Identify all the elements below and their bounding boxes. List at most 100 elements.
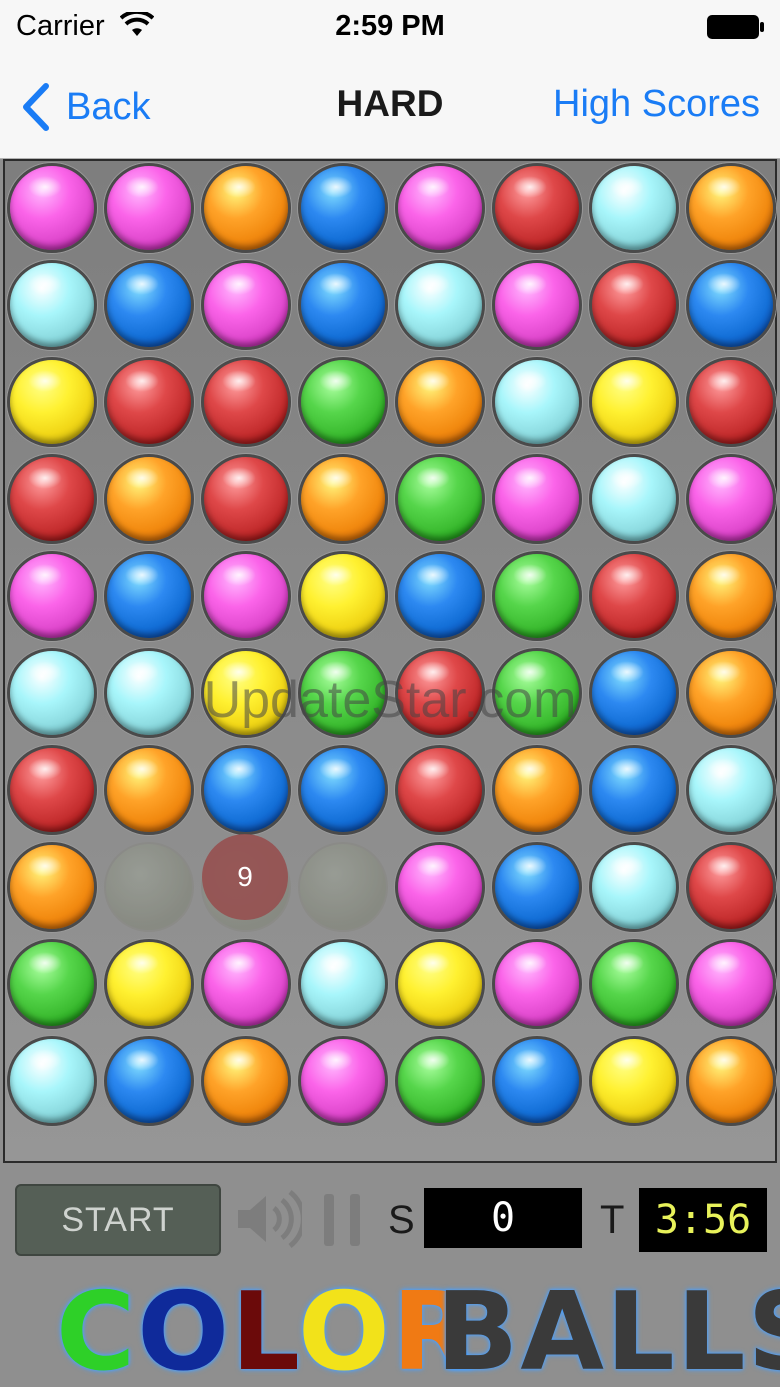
ball-green[interactable] [589, 939, 679, 1029]
ball-green[interactable] [298, 357, 388, 447]
logo-balls-word: BALLS [436, 1270, 780, 1387]
ball-cyan[interactable] [492, 357, 582, 447]
ball-green[interactable] [395, 454, 485, 544]
ball-pink[interactable] [7, 163, 97, 253]
score-display: 0 [424, 1188, 582, 1248]
ball-cyan[interactable] [589, 454, 679, 544]
ball-pink[interactable] [201, 551, 291, 641]
pause-icon[interactable] [320, 1192, 364, 1248]
ball-pink[interactable] [201, 260, 291, 350]
ball-pink[interactable] [492, 260, 582, 350]
ball-red[interactable] [492, 163, 582, 253]
battery-icon [707, 15, 764, 39]
ball-pink[interactable] [686, 454, 776, 544]
ball-blue[interactable] [201, 745, 291, 835]
ball-red[interactable] [686, 842, 776, 932]
ball-red[interactable] [589, 551, 679, 641]
ball-blue[interactable] [104, 1036, 194, 1126]
ball-orange[interactable] [104, 454, 194, 544]
ball-red[interactable] [395, 648, 485, 738]
game-board [3, 159, 777, 1163]
ball-pink[interactable] [395, 163, 485, 253]
ball-pink[interactable] [492, 454, 582, 544]
ball-orange[interactable] [395, 357, 485, 447]
ball-pink[interactable] [395, 842, 485, 932]
ball-green[interactable] [492, 648, 582, 738]
time-display: 3:56 [639, 1188, 767, 1252]
ball-red[interactable] [395, 745, 485, 835]
ball-red[interactable] [7, 745, 97, 835]
ball-cyan[interactable] [589, 842, 679, 932]
ball-orange[interactable] [201, 163, 291, 253]
ball-orange[interactable] [7, 842, 97, 932]
ball-green[interactable] [395, 1036, 485, 1126]
ball-orange[interactable] [686, 163, 776, 253]
ball-blue[interactable] [395, 551, 485, 641]
ball-cyan[interactable] [395, 260, 485, 350]
logo-letter: C [56, 1270, 138, 1387]
ball-blue[interactable] [104, 551, 194, 641]
ball-pink[interactable] [201, 939, 291, 1029]
time-label: T [600, 1198, 625, 1242]
ball-blue[interactable] [104, 260, 194, 350]
empty-cell[interactable] [298, 842, 388, 932]
ball-yellow[interactable] [589, 1036, 679, 1126]
ball-cyan[interactable] [104, 648, 194, 738]
logo-color-word: COLOR [56, 1270, 477, 1387]
ball-orange[interactable] [104, 745, 194, 835]
ball-blue[interactable] [589, 648, 679, 738]
status-time: 2:59 PM [335, 10, 445, 42]
ball-orange[interactable] [686, 551, 776, 641]
score-popup: 9 [202, 834, 288, 920]
ball-yellow[interactable] [589, 357, 679, 447]
score-label: S [388, 1198, 415, 1242]
ball-yellow[interactable] [395, 939, 485, 1029]
ball-blue[interactable] [492, 842, 582, 932]
ball-yellow[interactable] [201, 648, 291, 738]
ball-pink[interactable] [104, 163, 194, 253]
ball-pink[interactable] [686, 939, 776, 1029]
logo-letter: O [298, 1270, 392, 1387]
logo-letter: L [231, 1270, 299, 1387]
ball-red[interactable] [201, 357, 291, 447]
ball-cyan[interactable] [686, 745, 776, 835]
game-screen: Carrier 2:59 PM Back HARD High Scores Up… [0, 0, 780, 1387]
start-button[interactable]: START [15, 1184, 221, 1256]
ball-cyan[interactable] [589, 163, 679, 253]
ball-blue[interactable] [686, 260, 776, 350]
ball-orange[interactable] [492, 745, 582, 835]
ball-cyan[interactable] [7, 260, 97, 350]
ball-orange[interactable] [201, 1036, 291, 1126]
ball-blue[interactable] [589, 745, 679, 835]
ball-red[interactable] [686, 357, 776, 447]
ball-cyan[interactable] [7, 1036, 97, 1126]
ball-blue[interactable] [492, 1036, 582, 1126]
ball-pink[interactable] [7, 551, 97, 641]
ball-green[interactable] [7, 939, 97, 1029]
logo-letter: O [137, 1270, 232, 1387]
ball-pink[interactable] [298, 1036, 388, 1126]
high-scores-button[interactable]: High Scores [553, 83, 760, 126]
speaker-icon[interactable] [234, 1188, 302, 1250]
ball-orange[interactable] [298, 454, 388, 544]
ball-cyan[interactable] [298, 939, 388, 1029]
ball-orange[interactable] [686, 648, 776, 738]
ball-blue[interactable] [298, 745, 388, 835]
ball-yellow[interactable] [7, 357, 97, 447]
ball-red[interactable] [201, 454, 291, 544]
ball-blue[interactable] [298, 163, 388, 253]
ball-blue[interactable] [298, 260, 388, 350]
ball-red[interactable] [7, 454, 97, 544]
ball-cyan[interactable] [7, 648, 97, 738]
ball-yellow[interactable] [298, 551, 388, 641]
navigation-bar: Back HARD High Scores [0, 56, 780, 159]
status-bar: Carrier 2:59 PM [0, 0, 780, 56]
empty-cell[interactable] [104, 842, 194, 932]
ball-green[interactable] [492, 551, 582, 641]
ball-pink[interactable] [492, 939, 582, 1029]
ball-red[interactable] [589, 260, 679, 350]
ball-red[interactable] [104, 357, 194, 447]
ball-orange[interactable] [686, 1036, 776, 1126]
ball-yellow[interactable] [104, 939, 194, 1029]
ball-green[interactable] [298, 648, 388, 738]
